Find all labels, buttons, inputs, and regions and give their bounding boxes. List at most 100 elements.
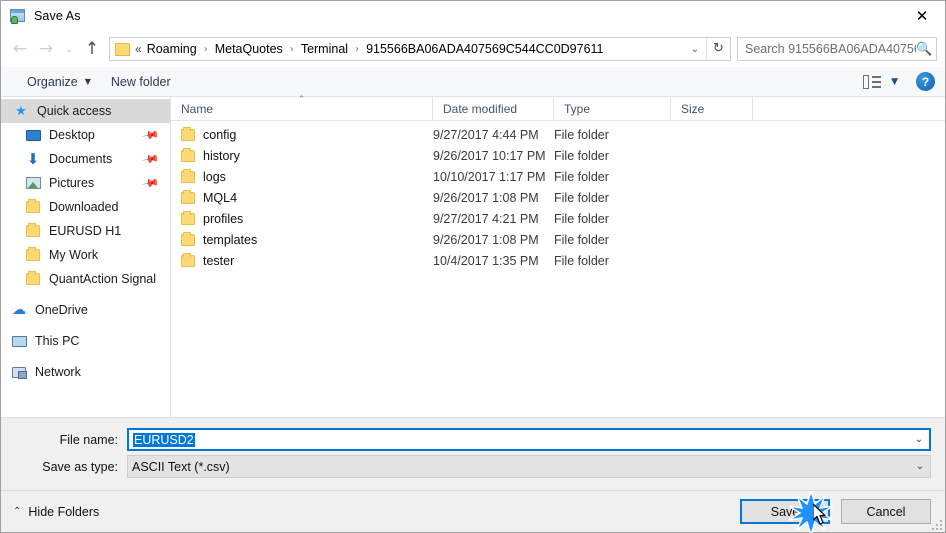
address-bar[interactable]: « Roaming › MetaQuotes › Terminal › 9155… [109, 37, 731, 61]
sort-ascending-icon: ⌃ [297, 95, 306, 105]
breadcrumb: « Roaming › MetaQuotes › Terminal › 9155… [135, 42, 684, 56]
file-name-row: File name: EURUSD2 ⌄ [15, 428, 931, 451]
column-header-name[interactable]: ⌃ Name [171, 95, 433, 121]
cancel-button[interactable]: Cancel [841, 499, 931, 524]
this-pc-icon [9, 335, 29, 347]
sidebar-item-label: Pictures [49, 176, 95, 190]
save-as-type-select[interactable]: ASCII Text (*.csv) ⌄ [127, 455, 931, 478]
table-row[interactable]: MQL4 9/26/2017 1:08 PM File folder [171, 187, 945, 208]
sidebar-item-quick-access[interactable]: ★ Quick access [1, 99, 170, 123]
folder-icon [23, 247, 43, 261]
file-type-cell: File folder [554, 232, 609, 247]
dialog-body: ★ Quick access Desktop 📌 ⬇ Documents 📌 P… [1, 95, 945, 417]
sidebar-item-desktop[interactable]: Desktop 📌 [1, 123, 170, 147]
chevron-down-icon[interactable]: ⌄ [910, 461, 930, 472]
file-name-cell: logs [171, 168, 433, 184]
file-type-cell: File folder [554, 190, 609, 205]
file-date-cell: 10/10/2017 1:17 PM [433, 169, 546, 184]
file-name-cell: tester [171, 252, 433, 268]
pin-icon[interactable]: 📌 [142, 174, 161, 193]
sidebar-item-label: Downloaded [49, 200, 119, 214]
search-input[interactable]: Search 915566BA06ADA40756... 🔍 [737, 37, 937, 61]
mouse-cursor [813, 504, 826, 525]
sidebar-item-label: Documents [49, 152, 113, 166]
file-type-cell: File folder [554, 169, 609, 184]
save-fields: File name: EURUSD2 ⌄ Save as type: ASCII… [1, 417, 945, 490]
table-row[interactable]: profiles 9/27/2017 4:21 PM File folder [171, 208, 945, 229]
table-row[interactable]: config 9/27/2017 4:44 PM File folder [171, 124, 945, 145]
table-row[interactable]: templates 9/26/2017 1:08 PM File folder [171, 229, 945, 250]
file-date-cell: 10/4/2017 1:35 PM [433, 253, 539, 268]
file-name-label: File name: [59, 432, 118, 447]
sidebar-item-documents[interactable]: ⬇ Documents 📌 [1, 147, 170, 171]
back-button[interactable]: ← [7, 36, 33, 62]
sidebar-item-eurusd-h1[interactable]: EURUSD H1 [1, 219, 170, 243]
file-date-cell: 9/27/2017 4:44 PM [433, 127, 539, 142]
chevron-down-icon[interactable]: ⌄ [684, 44, 706, 55]
column-header-size[interactable]: Size [671, 97, 753, 121]
save-as-type-value: ASCII Text (*.csv) [132, 459, 230, 474]
close-icon[interactable]: ✕ [899, 1, 945, 31]
sidebar-item-my-work[interactable]: My Work [1, 243, 170, 267]
help-button[interactable]: ? [916, 72, 935, 91]
sidebar-item-label: Desktop [49, 128, 95, 142]
sidebar-item-quantaction-signal[interactable]: QuantAction Signal [1, 267, 170, 291]
pin-icon[interactable]: 📌 [142, 126, 161, 145]
sidebar-item-downloaded[interactable]: Downloaded [1, 195, 170, 219]
forward-button[interactable]: → [33, 36, 59, 62]
column-header-label: Type [564, 102, 591, 116]
sidebar-item-this-pc[interactable]: This PC [1, 329, 170, 353]
refresh-icon[interactable]: ↻ [706, 38, 730, 60]
sidebar-item-network[interactable]: Network [1, 360, 170, 384]
chevron-down-icon[interactable]: ▼ [891, 77, 898, 87]
table-row[interactable]: logs 10/10/2017 1:17 PM File folder [171, 166, 945, 187]
folder-icon [181, 126, 195, 141]
file-type-cell: File folder [554, 148, 609, 163]
file-name-cell: MQL4 [171, 189, 433, 205]
folder-icon [181, 147, 195, 162]
recent-locations-button[interactable]: ⌄ [59, 36, 79, 62]
save-as-dialog: Save As ✕ ← → ⌄ ↑ « Roaming › MetaQuotes… [0, 0, 946, 533]
breadcrumb-separator: › [203, 43, 208, 55]
organize-label: Organize [27, 74, 78, 89]
search-icon: 🔍 [916, 41, 933, 57]
chevron-down-icon[interactable]: ⌄ [909, 434, 929, 445]
save-as-app-icon [10, 8, 26, 24]
up-button[interactable]: ↑ [79, 36, 105, 62]
file-name-cell: templates [171, 231, 433, 247]
column-header-type[interactable]: Type [554, 97, 671, 121]
change-view-icon[interactable] [863, 74, 882, 89]
breadcrumb-item-terminal[interactable]: Terminal [300, 42, 349, 56]
breadcrumb-item-metaquotes[interactable]: MetaQuotes [214, 42, 284, 56]
onedrive-icon: ☁ [12, 302, 26, 318]
breadcrumb-item-roaming[interactable]: Roaming [146, 42, 198, 56]
sidebar-item-label: This PC [35, 334, 80, 348]
sidebar-item-pictures[interactable]: Pictures 📌 [1, 171, 170, 195]
pin-icon[interactable]: 📌 [142, 150, 161, 169]
title-bar: Save As ✕ [1, 1, 945, 31]
hide-folders-label: Hide Folders [28, 504, 100, 519]
organize-button[interactable]: Organize ▼ [17, 71, 101, 93]
new-folder-button[interactable]: New folder [101, 71, 181, 93]
file-list-pane: ⌃ Name Date modified Type Size config 9/… [171, 95, 945, 417]
column-header-date-modified[interactable]: Date modified [433, 97, 554, 121]
command-toolbar: Organize ▼ New folder ▼ ? [1, 67, 945, 97]
file-name-input[interactable]: EURUSD2 ⌄ [127, 428, 931, 451]
table-row[interactable]: history 9/26/2017 10:17 PM File folder [171, 145, 945, 166]
breadcrumb-item-terminal-id[interactable]: 915566BA06ADA407569C544CC0D97611 [365, 42, 604, 56]
star-icon: ★ [15, 103, 27, 119]
network-icon [9, 366, 29, 379]
column-header-label: Name [181, 102, 214, 116]
folder-icon [23, 199, 43, 213]
chevron-up-icon: ⌃ [13, 506, 22, 517]
breadcrumb-overflow[interactable]: « [135, 42, 146, 56]
resize-grip[interactable] [930, 518, 942, 530]
hide-folders-button[interactable]: ⌃ Hide Folders [13, 505, 99, 519]
file-type-cell: File folder [554, 211, 609, 226]
table-row[interactable]: tester 10/4/2017 1:35 PM File folder [171, 250, 945, 271]
file-rows: config 9/27/2017 4:44 PM File folder his… [171, 121, 945, 417]
desktop-icon [23, 129, 43, 141]
download-arrow-icon: ⬇ [26, 149, 40, 168]
folder-icon [181, 231, 195, 246]
sidebar-item-onedrive[interactable]: ☁ OneDrive [1, 298, 170, 322]
